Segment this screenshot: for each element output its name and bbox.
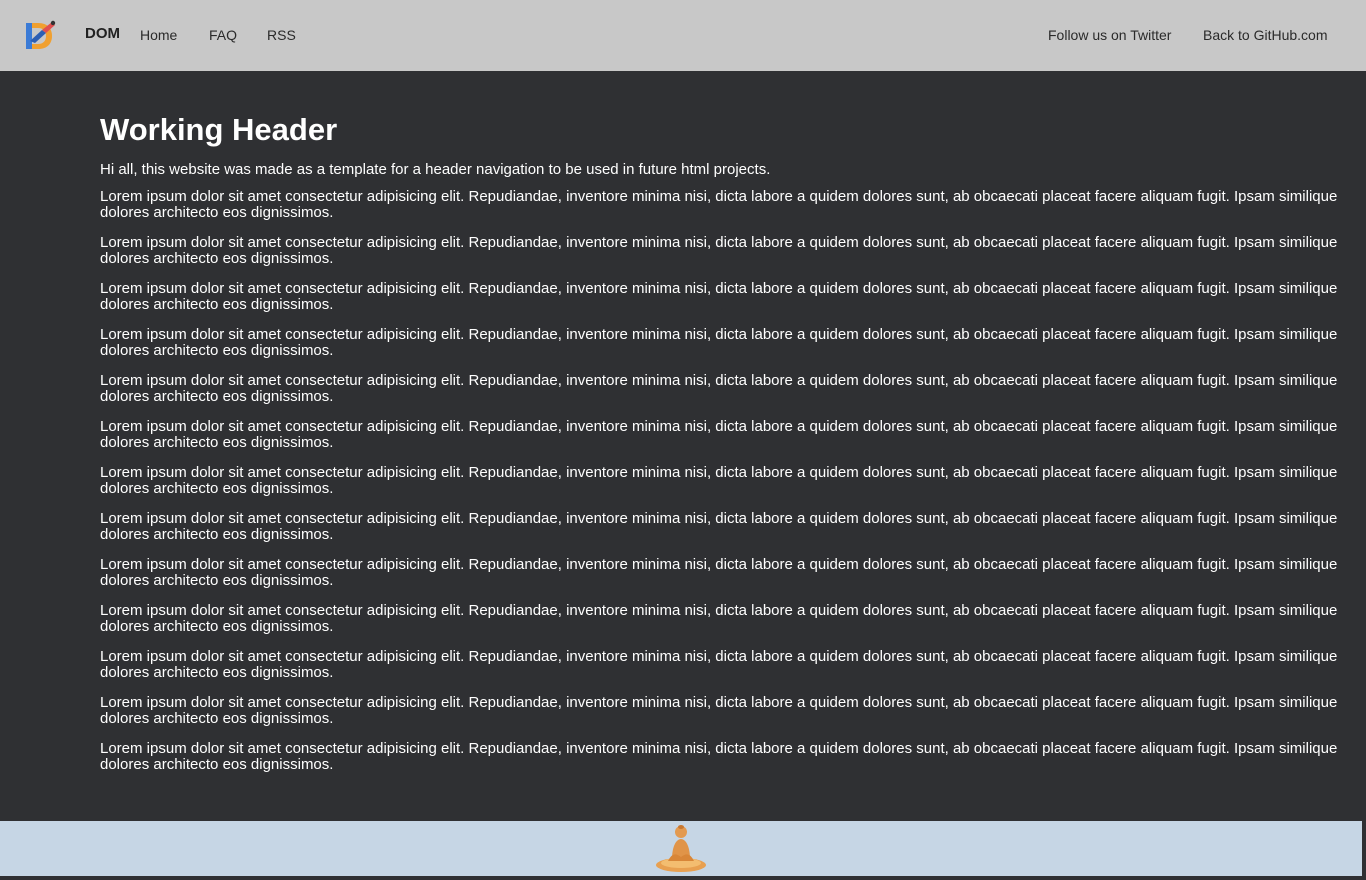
footer-band — [0, 821, 1362, 876]
main-content: Working Header Hi all, this website was … — [100, 95, 1352, 787]
nav-link-home[interactable]: Home — [140, 27, 177, 43]
nav-link-faq[interactable]: FAQ — [209, 27, 237, 43]
meditation-figure-icon — [654, 823, 708, 875]
lorem-paragraph: Lorem ipsum dolor sit amet consectetur a… — [100, 188, 1338, 221]
lorem-paragraph: Lorem ipsum dolor sit amet consectetur a… — [100, 280, 1338, 313]
dom-logo-icon[interactable] — [22, 18, 58, 52]
top-navbar: DOM Home FAQ RSS Follow us on Twitter Ba… — [0, 0, 1366, 71]
lorem-paragraph: Lorem ipsum dolor sit amet consectetur a… — [100, 372, 1338, 405]
lorem-paragraph: Lorem ipsum dolor sit amet consectetur a… — [100, 510, 1338, 543]
lorem-paragraph: Lorem ipsum dolor sit amet consectetur a… — [100, 234, 1338, 267]
lorem-paragraph: Lorem ipsum dolor sit amet consectetur a… — [100, 418, 1338, 451]
nav-link-rss[interactable]: RSS — [267, 27, 296, 43]
nav-link-twitter[interactable]: Follow us on Twitter — [1048, 27, 1171, 43]
lorem-paragraph: Lorem ipsum dolor sit amet consectetur a… — [100, 602, 1338, 635]
lorem-paragraph: Lorem ipsum dolor sit amet consectetur a… — [100, 326, 1338, 359]
brand-link[interactable]: DOM — [85, 25, 120, 42]
lorem-paragraph: Lorem ipsum dolor sit amet consectetur a… — [100, 648, 1338, 681]
lorem-paragraph: Lorem ipsum dolor sit amet consectetur a… — [100, 464, 1338, 497]
page-title: Working Header — [100, 112, 338, 147]
intro-text: Hi all, this website was made as a templ… — [100, 161, 771, 178]
lorem-paragraph: Lorem ipsum dolor sit amet consectetur a… — [100, 556, 1338, 589]
lorem-paragraph: Lorem ipsum dolor sit amet consectetur a… — [100, 740, 1338, 773]
nav-link-github[interactable]: Back to GitHub.com — [1203, 27, 1328, 43]
lorem-paragraph: Lorem ipsum dolor sit amet consectetur a… — [100, 694, 1338, 727]
